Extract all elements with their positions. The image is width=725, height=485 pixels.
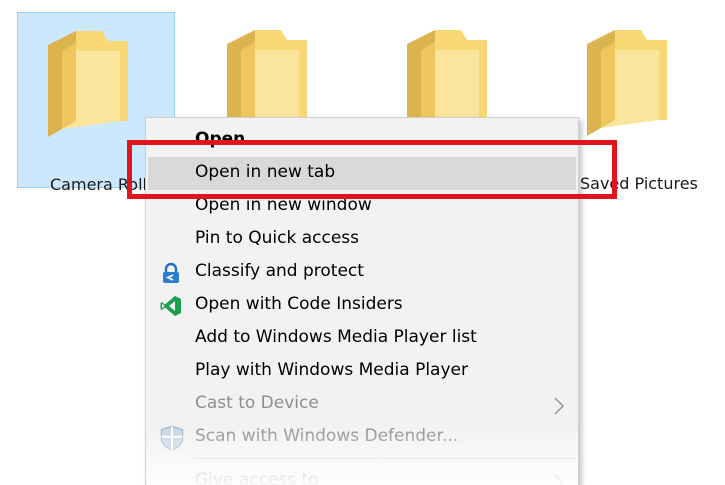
- menu-item-play-with-wmp[interactable]: Play with Windows Media Player: [146, 355, 578, 388]
- folder-icon: [48, 31, 128, 137]
- menu-item-label: Give access to: [195, 470, 319, 485]
- folder-icon: [587, 30, 667, 136]
- menu-item-label: Pin to Quick access: [195, 228, 360, 248]
- menu-item-label: Cast to Device: [195, 393, 319, 413]
- menu-item-cast-to-device[interactable]: Cast to Device: [146, 388, 578, 421]
- highlight-annotation-box: [127, 140, 617, 199]
- chevron-right-icon: [554, 397, 564, 415]
- windows-defender-icon: [160, 425, 184, 451]
- menu-item-open-with-code-insiders[interactable]: Open with Code Insiders: [146, 289, 578, 322]
- menu-item-scan-with-defender[interactable]: Scan with Windows Defender...: [146, 421, 578, 454]
- menu-item-add-to-wmp-list[interactable]: Add to Windows Media Player list: [146, 322, 578, 355]
- menu-item-give-access-to[interactable]: Give access to: [146, 465, 578, 485]
- menu-separator: [194, 458, 576, 459]
- lock-icon: [163, 262, 179, 283]
- menu-item-label: Open with Code Insiders: [195, 294, 403, 314]
- menu-item-label: Classify and protect: [195, 261, 364, 281]
- menu-item-label: Play with Windows Media Player: [195, 360, 468, 380]
- chevron-right-icon: [554, 474, 564, 485]
- menu-item-label: Add to Windows Media Player list: [195, 327, 477, 347]
- vscode-insiders-icon: [160, 296, 181, 316]
- menu-item-pin-to-quick-access[interactable]: Pin to Quick access: [146, 223, 578, 256]
- menu-item-classify-and-protect[interactable]: Classify and protect: [146, 256, 578, 289]
- menu-item-label: Scan with Windows Defender...: [195, 426, 459, 446]
